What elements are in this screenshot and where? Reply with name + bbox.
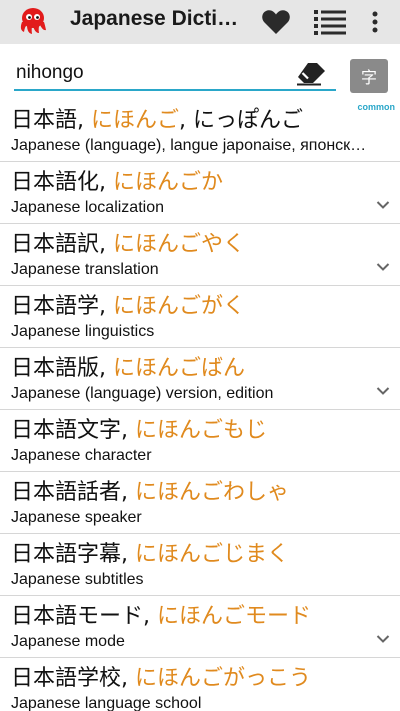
result-headword: 日本語学校, にほんごがっこう (11, 664, 370, 694)
result-kanji: 日本語モード (11, 604, 144, 629)
results-list: 日本語, にほんご, にっぽんご Japanese (language), lan… (0, 100, 400, 711)
result-gloss: Japanese linguistics (11, 323, 155, 340)
result-gloss: Japanese character (11, 447, 152, 464)
result-headword: 日本語モード, にほんごモード (11, 602, 370, 632)
result-headword: 日本語化, にほんごか (11, 168, 370, 198)
chevron-down-icon[interactable] (376, 200, 390, 210)
result-item[interactable]: 日本語学校, にほんごがっこう Japanese language school (0, 658, 400, 711)
result-kanji: 日本語 (11, 108, 78, 133)
separator: , (121, 480, 136, 505)
separator: , (99, 170, 114, 195)
common-badge: common (357, 102, 395, 112)
result-item[interactable]: 日本語文字, にほんごもじ Japanese character (0, 410, 400, 472)
result-reading: にほんごか (113, 170, 224, 195)
chevron-down-icon[interactable] (376, 262, 390, 272)
search-bar: 字 (0, 44, 400, 100)
result-item[interactable]: 日本語版, にほんごばん Japanese (language) version,… (0, 348, 400, 410)
search-input[interactable] (14, 58, 332, 88)
result-kanji: 日本語学校 (11, 666, 122, 691)
result-item[interactable]: 日本語訳, にほんごやく Japanese translation (0, 224, 400, 286)
result-reading: にほんごがく (113, 294, 246, 319)
result-reading: にほんごモード (157, 604, 312, 629)
more-vert-icon (372, 11, 378, 33)
kanji-search-button[interactable]: 字 (350, 59, 388, 93)
result-gloss: Japanese (language) version, edition (11, 385, 274, 402)
result-item[interactable]: 日本語化, にほんごか Japanese localization (0, 162, 400, 224)
result-headword: 日本語話者, にほんごわしゃ (11, 478, 370, 508)
list-icon (314, 10, 346, 35)
chevron-down-icon[interactable] (376, 634, 390, 644)
separator: , (77, 108, 92, 133)
heart-icon (262, 10, 290, 34)
separator: , (143, 604, 158, 629)
separator: , (121, 666, 136, 691)
separator: , (179, 108, 194, 133)
clear-search-button[interactable] (294, 58, 328, 88)
favorites-button[interactable] (256, 0, 296, 44)
result-item[interactable]: 日本語学, にほんごがく Japanese linguistics (0, 286, 400, 348)
result-item[interactable]: 日本語モード, にほんごモード Japanese mode (0, 596, 400, 658)
result-reading: にほんごもじ (135, 418, 268, 443)
result-gloss: Japanese localization (11, 199, 164, 216)
result-headword: 日本語文字, にほんごもじ (11, 416, 370, 446)
app-toolbar: Japanese Dictionary (0, 0, 400, 44)
result-reading: にほんごやく (113, 232, 246, 257)
separator: , (121, 418, 136, 443)
result-reading: にほんごがっこう (135, 666, 312, 691)
result-gloss: Japanese mode (11, 633, 125, 650)
result-reading: にほんご (91, 108, 180, 133)
result-kanji: 日本語話者 (11, 480, 122, 505)
app-title: Japanese Dictionary (70, 7, 250, 30)
result-headword: 日本語字幕, にほんごじまく (11, 540, 370, 570)
result-item[interactable]: 日本語字幕, にほんごじまく Japanese subtitles (0, 534, 400, 596)
result-headword: 日本語学, にほんごがく (11, 292, 370, 322)
result-kanji: 日本語字幕 (11, 542, 122, 567)
result-item[interactable]: 日本語話者, にほんごわしゃ Japanese speaker (0, 472, 400, 534)
result-reading: にほんごばん (113, 356, 246, 381)
separator: , (99, 294, 114, 319)
eraser-icon (297, 63, 325, 86)
search-underline (14, 89, 336, 91)
result-headword: 日本語版, にほんごばん (11, 354, 370, 384)
result-gloss: Japanese speaker (11, 509, 142, 526)
result-kanji: 日本語訳 (11, 232, 100, 257)
result-reading: にほんごわしゃ (135, 480, 290, 505)
history-list-button[interactable] (308, 0, 352, 44)
separator: , (121, 542, 136, 567)
result-item[interactable]: 日本語, にほんご, にっぽんご Japanese (language), lan… (0, 100, 400, 162)
result-headword: 日本語, にほんご, にっぽんご (11, 106, 370, 136)
result-kanji: 日本語版 (11, 356, 100, 381)
chevron-down-icon[interactable] (376, 386, 390, 396)
result-gloss: Japanese subtitles (11, 571, 144, 588)
result-kanji: 日本語化 (11, 170, 100, 195)
separator: , (99, 356, 114, 381)
result-gloss: Japanese language school (11, 695, 202, 711)
result-headword: 日本語訳, にほんごやく (11, 230, 370, 260)
result-gloss: Japanese (language), langue japonaise, я… (11, 137, 374, 154)
separator: , (99, 232, 114, 257)
result-kanji: 日本語学 (11, 294, 100, 319)
result-alt-reading: にっぽんご (193, 108, 304, 133)
result-kanji: 日本語文字 (11, 418, 122, 443)
octopus-logo-icon (20, 8, 46, 34)
result-gloss: Japanese translation (11, 261, 159, 278)
result-reading: にほんごじまく (135, 542, 290, 567)
overflow-menu-button[interactable] (362, 0, 388, 44)
